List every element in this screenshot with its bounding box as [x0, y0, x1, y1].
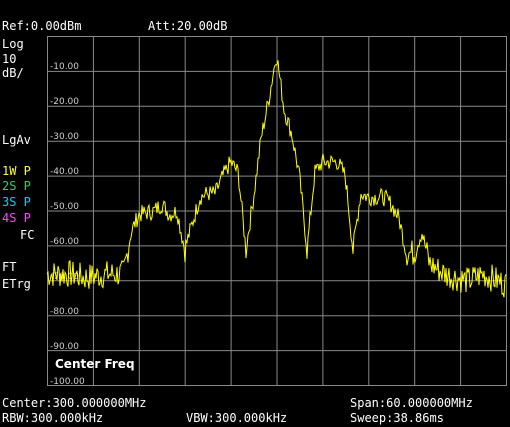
ref-level: Ref:0.00dBm [2, 19, 82, 33]
scale-type: Log [2, 37, 24, 51]
center-frequency: Center:300.000000MHz [2, 396, 147, 410]
span: Span:60.000000MHz [350, 396, 473, 410]
trace-1-label: 1W P [2, 164, 31, 178]
y-tick-label: -20.00 [50, 97, 79, 107]
scale-value: 10 [2, 52, 17, 66]
y-tick-label: -60.00 [50, 237, 79, 247]
y-tick-label: -10.00 [50, 62, 79, 72]
softkey-center-freq[interactable]: Center Freq [55, 357, 135, 371]
trace-3-label: 3S P [2, 195, 31, 209]
spectrum-display[interactable]: -10.00-20.00-30.00-40.00-50.00-60.00-70.… [47, 36, 507, 386]
etrg-indicator: ETrg [2, 277, 31, 291]
vbw: VBW:300.000kHz [186, 411, 288, 425]
fc-indicator: FC [20, 228, 35, 242]
y-tick-label: -90.00 [50, 342, 79, 352]
y-tick-label: -80.00 [50, 307, 79, 317]
y-tick-label: -100.00 [50, 377, 85, 386]
sweep-time: Sweep:38.86ms [350, 411, 444, 425]
trace-2-label: 2S P [2, 179, 31, 193]
detector: LgAv [2, 133, 31, 147]
scale-unit: dB/ [2, 66, 24, 80]
ft-indicator: FT [2, 260, 17, 274]
y-tick-label: -30.00 [50, 132, 79, 142]
trace-4-label: 4S P [2, 211, 31, 225]
y-tick-label: -50.00 [50, 202, 79, 212]
rbw: RBW:300.000kHz [2, 411, 104, 425]
attenuation: Att:20.00dB [148, 19, 228, 33]
y-tick-label: -40.00 [50, 167, 79, 177]
